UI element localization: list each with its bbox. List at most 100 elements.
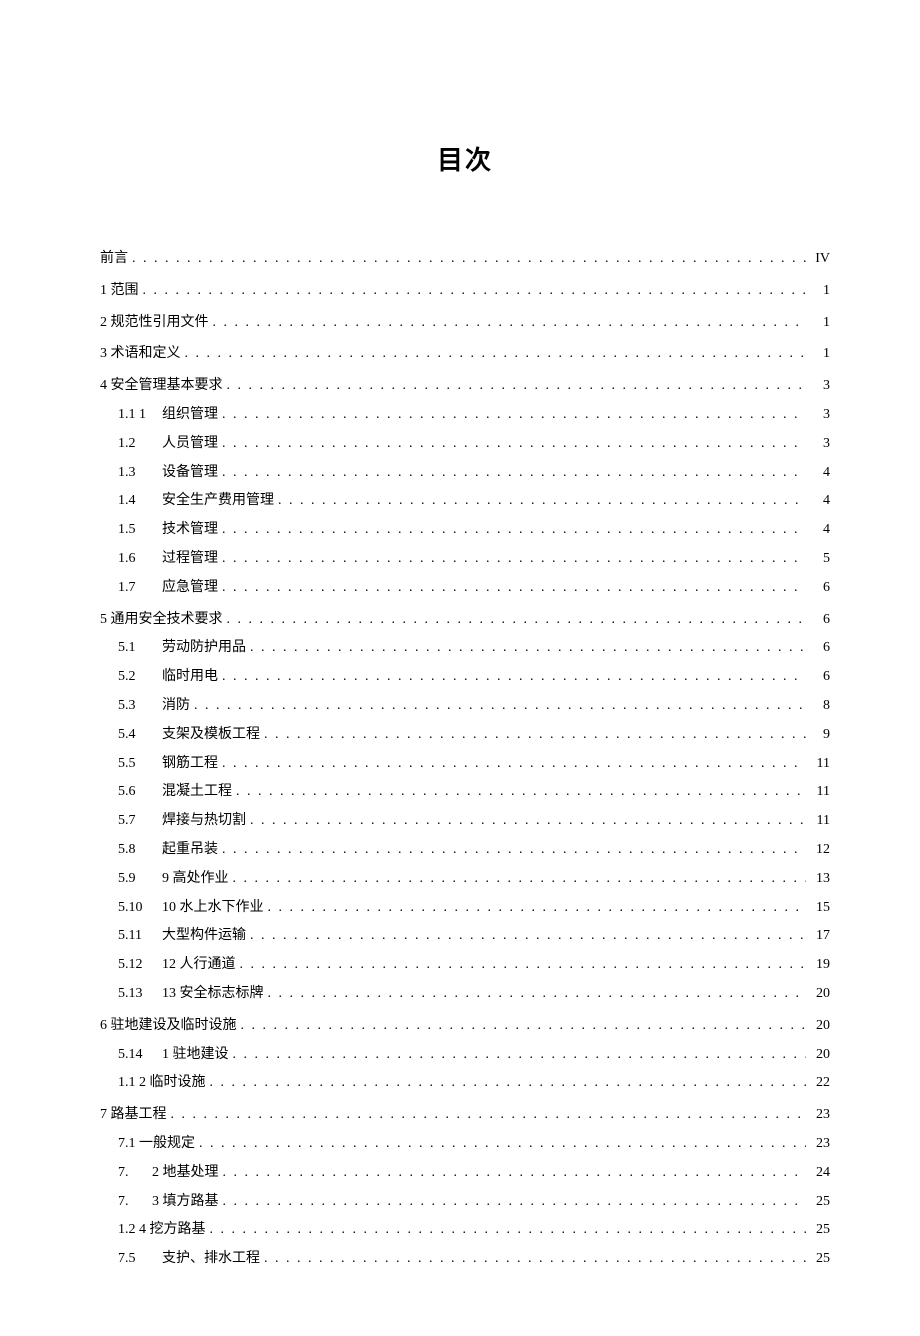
toc-entry-number: 1.7: [118, 576, 162, 600]
toc-entry: 1.1 2 临时设施22: [100, 1071, 830, 1095]
toc-entry-page: 9: [810, 723, 830, 747]
toc-entry-label: 1.1 2 临时设施: [118, 1071, 206, 1095]
toc-entry-number: 5.2: [118, 665, 162, 689]
toc-entry-page: 25: [810, 1247, 830, 1271]
toc-entry-label: 2 规范性引用文件: [100, 311, 209, 335]
toc-leader-dots: [222, 665, 806, 689]
toc-leader-dots: [210, 1218, 807, 1242]
toc-entry: 7.2 地基处理24: [100, 1161, 830, 1185]
toc-entry-label: 支护、排水工程: [162, 1247, 260, 1271]
toc-entry: 1.6过程管理5: [100, 547, 830, 571]
toc-entry: 7.3 填方路基25: [100, 1190, 830, 1214]
toc-leader-dots: [185, 342, 807, 366]
toc-entry: 4 安全管理基本要求 3: [100, 374, 830, 398]
toc-entry-page: 1: [810, 311, 830, 335]
toc-leader-dots: [222, 518, 806, 542]
toc-entry-page: 13: [810, 867, 830, 891]
toc-entry-number: 5.9: [118, 867, 162, 891]
toc-entry-number: 7.5: [118, 1247, 162, 1271]
toc-leader-dots: [213, 311, 807, 335]
toc-entry-page: 6: [810, 665, 830, 689]
toc-leader-dots: [268, 982, 807, 1006]
toc-entry-page: 6: [810, 636, 830, 660]
toc-entry-page: 6: [810, 576, 830, 600]
toc-entry-page: 19: [810, 953, 830, 977]
toc-entry-page: 1: [810, 342, 830, 366]
toc-entry: 1.7应急管理 6: [100, 576, 830, 600]
toc-leader-dots: [250, 924, 806, 948]
toc-entry-label: 6 驻地建设及临时设施: [100, 1014, 237, 1038]
toc-entry-label: 7.1 一般规定: [118, 1132, 195, 1156]
toc-entry-page: 3: [810, 403, 830, 427]
toc-entry-label: 4 安全管理基本要求: [100, 374, 223, 398]
toc-leader-dots: [132, 247, 806, 271]
toc-leader-dots: [227, 608, 807, 632]
toc-entry-page: 11: [810, 809, 830, 833]
toc-entry: 5.11 大型构件运输17: [100, 924, 830, 948]
toc-entry-page: IV: [810, 247, 830, 271]
toc-entry-page: 3: [810, 374, 830, 398]
toc-entry-page: 5: [810, 547, 830, 571]
toc-entry: 2 规范性引用文件 1: [100, 311, 830, 335]
toc-entry-number: 7.: [118, 1161, 152, 1185]
toc-entry-label: 临时用电: [162, 665, 218, 689]
toc-entry-label: 过程管理: [162, 547, 218, 571]
toc-entry: 5.2临时用电 6: [100, 665, 830, 689]
toc-entry-page: 20: [810, 1014, 830, 1038]
toc-entry-number: 5.8: [118, 838, 162, 862]
toc-leader-dots: [264, 1247, 806, 1271]
toc-leader-dots: [223, 1190, 807, 1214]
toc-entry: 5.1010 水上水下作业15: [100, 896, 830, 920]
toc-entry-label: 应急管理: [162, 576, 218, 600]
toc-leader-dots: [240, 953, 807, 977]
toc-leader-dots: [222, 752, 806, 776]
toc-leader-dots: [222, 461, 806, 485]
toc-leader-dots: [222, 547, 806, 571]
toc-entry-page: 24: [810, 1161, 830, 1185]
toc-entry: 1.4安全生产费用管理4: [100, 489, 830, 513]
toc-entry-page: 4: [810, 489, 830, 513]
table-of-contents: 前言IV1 范围12 规范性引用文件13 术语和定义14 安全管理基本要求31.…: [100, 247, 830, 1271]
toc-entry-number: 5.12: [118, 953, 162, 977]
toc-entry-page: 11: [810, 752, 830, 776]
toc-entry-number: 5.13: [118, 982, 162, 1006]
toc-entry-label: 技术管理: [162, 518, 218, 542]
toc-entry-number: 1.2: [118, 432, 162, 456]
toc-leader-dots: [194, 694, 806, 718]
toc-leader-dots: [250, 636, 806, 660]
toc-entry: 5.1212 人行通道 19: [100, 953, 830, 977]
toc-title: 目次: [100, 140, 830, 177]
toc-entry-label: 设备管理: [162, 461, 218, 485]
toc-leader-dots: [233, 867, 807, 891]
toc-entry-page: 25: [810, 1190, 830, 1214]
toc-entry-label: 前言: [100, 247, 128, 271]
toc-entry-label: 5 通用安全技术要求: [100, 608, 223, 632]
toc-entry: 5.3消防8: [100, 694, 830, 718]
toc-entry: 5.141 驻地建设20: [100, 1043, 830, 1067]
toc-leader-dots: [264, 723, 806, 747]
toc-entry-page: 4: [810, 518, 830, 542]
toc-entry-label: 人员管理: [162, 432, 218, 456]
toc-entry-label: 钢筋工程: [162, 752, 218, 776]
toc-leader-dots: [250, 809, 806, 833]
toc-entry-label: 1.2 4 挖方路基: [118, 1218, 206, 1242]
toc-entry-label: 12 人行通道: [162, 953, 236, 977]
toc-leader-dots: [278, 489, 806, 513]
toc-entry-label: 混凝土工程: [162, 780, 232, 804]
toc-leader-dots: [241, 1014, 807, 1038]
toc-entry: 5.5钢筋工程 11: [100, 752, 830, 776]
toc-entry: 5.99 高处作业13: [100, 867, 830, 891]
toc-entry: 1.5技术管理4: [100, 518, 830, 542]
toc-entry: 前言 IV: [100, 247, 830, 271]
toc-entry-label: 7 路基工程: [100, 1103, 167, 1127]
toc-entry-number: 5.14: [118, 1043, 162, 1067]
toc-entry-label: 支架及模板工程: [162, 723, 260, 747]
toc-entry-page: 25: [810, 1218, 830, 1242]
toc-entry: 6 驻地建设及临时设施 20: [100, 1014, 830, 1038]
toc-leader-dots: [222, 432, 806, 456]
toc-leader-dots: [222, 403, 806, 427]
toc-entry-number: 5.5: [118, 752, 162, 776]
toc-entry-label: 劳动防护用品: [162, 636, 246, 660]
toc-leader-dots: [222, 576, 806, 600]
toc-entry-page: 17: [810, 924, 830, 948]
